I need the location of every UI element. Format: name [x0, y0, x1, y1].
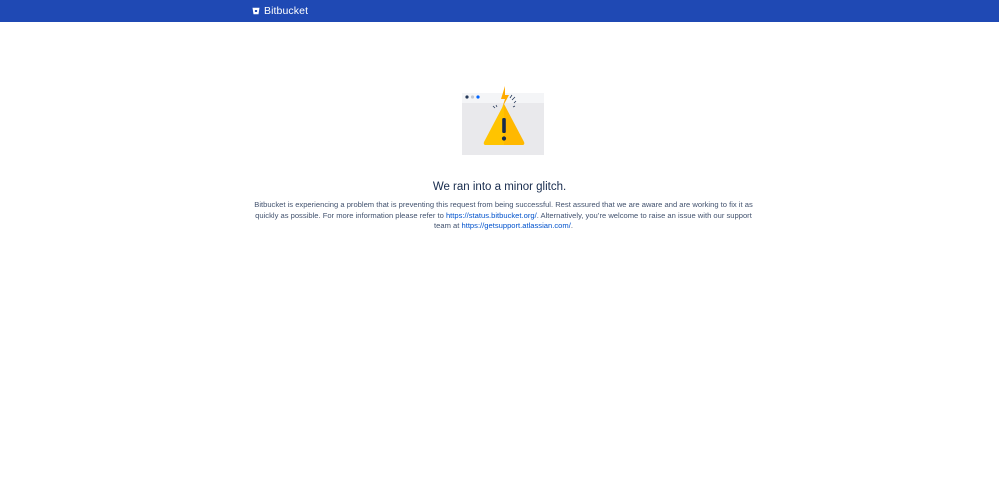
- brand-name: Bitbucket: [264, 5, 309, 17]
- error-illustration: [462, 86, 545, 156]
- top-navigation-bar: Bitbucket: [0, 0, 999, 22]
- support-link[interactable]: https://getsupport.atlassian.com/: [461, 221, 570, 230]
- window-dot-3: [476, 95, 480, 99]
- bitbucket-home-link[interactable]: Bitbucket: [252, 3, 308, 19]
- error-title: We ran into a minor glitch.: [432, 181, 567, 193]
- window-dot-2: [470, 95, 475, 99]
- message-text-3: .: [570, 221, 573, 230]
- bitbucket-logo-icon: [252, 7, 260, 15]
- window-dot-1: [465, 95, 469, 99]
- status-page-link[interactable]: https://status.bitbucket.org/: [446, 211, 537, 220]
- error-message: Bitbucket is experiencing a problem that…: [248, 200, 759, 232]
